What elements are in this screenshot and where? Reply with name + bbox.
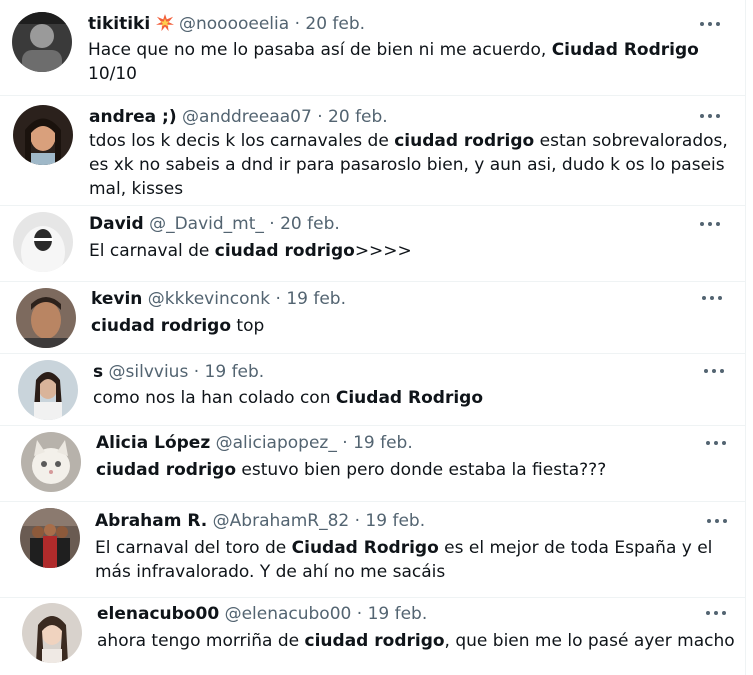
more-options-icon[interactable] xyxy=(700,291,724,305)
display-name[interactable]: Alicia López xyxy=(96,433,210,453)
more-options-icon[interactable] xyxy=(705,514,729,528)
tweet-text: El carnaval de ciudad rodrigo>>>> xyxy=(89,239,729,263)
user-handle[interactable]: @AbrahamR_82 xyxy=(213,511,350,531)
tweet-text: tdos los k decis k los carnavales de ciu… xyxy=(89,129,729,201)
display-name[interactable]: andrea ;) xyxy=(89,107,177,127)
more-options-icon[interactable] xyxy=(704,606,728,620)
tweet-feed: tikitiki @nooooeelia · 20 feb. Hace que … xyxy=(0,0,745,675)
tweet[interactable]: tikitiki @nooooeelia · 20 feb. Hace que … xyxy=(0,0,745,96)
more-options-icon[interactable] xyxy=(698,217,722,231)
tweet-text-keyword: ciudad rodrigo xyxy=(214,241,355,261)
tweet-text-keyword: ciudad rodrigo xyxy=(394,131,535,151)
tweet-text-part: estuvo bien pero donde estaba la fiesta?… xyxy=(236,460,607,480)
tweet-text-keyword: Ciudad Rodrigo xyxy=(335,388,484,408)
more-options-icon[interactable] xyxy=(704,436,728,450)
column-divider xyxy=(745,0,746,675)
separator-dot: · xyxy=(356,604,363,624)
tweet-text-part: >>>> xyxy=(354,241,412,261)
display-name[interactable]: elenacubo00 xyxy=(97,604,219,624)
separator-dot: · xyxy=(342,433,348,453)
tweet-text-keyword: ciudad rodrigo xyxy=(96,460,237,480)
more-options-icon[interactable] xyxy=(698,109,722,123)
tweet[interactable]: Abraham R. @AbrahamR_82 · 19 feb. El car… xyxy=(0,502,745,598)
tweet-date[interactable]: 19 feb. xyxy=(286,289,346,309)
tweet-text-part: El carnaval del toro de xyxy=(95,538,292,558)
tweet-text-part: El carnaval de xyxy=(89,241,215,261)
separator-dot: · xyxy=(193,362,200,382)
user-handle[interactable]: @elenacubo00 xyxy=(225,604,352,624)
collision-emoji-icon xyxy=(155,14,174,32)
tweet-text-part: tdos los k decis k los carnavales de xyxy=(89,131,395,151)
separator-dot: · xyxy=(354,511,361,531)
tweet-text-part: Hace que no me lo pasaba así de bien ni … xyxy=(88,40,552,60)
tweet-date[interactable]: 20 feb. xyxy=(280,214,340,234)
user-handle[interactable]: @_David_mt_ xyxy=(149,214,264,234)
user-handle[interactable]: @aliciapopez_ xyxy=(216,433,337,453)
tweet-text-keyword: Ciudad Rodrigo xyxy=(291,538,439,558)
tweet-text-part: , que bien me lo pasé ayer macho xyxy=(444,631,735,651)
display-name[interactable]: David xyxy=(89,214,144,234)
user-handle[interactable]: @anddreeaa07 xyxy=(182,107,312,127)
tweet-date[interactable]: 19 feb. xyxy=(368,604,428,624)
tweet-text-part: top xyxy=(231,316,265,336)
avatar[interactable] xyxy=(22,603,82,663)
tweet[interactable]: andrea ;) @anddreeaa07 · 20 feb. tdos lo… xyxy=(0,96,745,206)
tweet-text-keyword: ciudad rodrigo xyxy=(304,631,445,651)
avatar[interactable] xyxy=(13,105,73,165)
tweet[interactable]: kevin @kkkevinconk · 19 feb. ciudad rodr… xyxy=(0,282,745,354)
avatar[interactable] xyxy=(12,12,72,72)
more-options-icon[interactable] xyxy=(698,17,722,31)
tweet[interactable]: s @silvvius · 19 feb. como nos la han co… xyxy=(0,354,745,426)
tweet-date[interactable]: 20 feb. xyxy=(305,14,365,34)
separator-dot: · xyxy=(294,14,300,34)
tweet-text: Hace que no me lo pasaba así de bien ni … xyxy=(88,38,728,86)
avatar[interactable] xyxy=(18,360,78,420)
tweet-text: como nos la han colado con Ciudad Rodrig… xyxy=(93,386,733,410)
more-options-icon[interactable] xyxy=(702,364,726,378)
tweet[interactable]: elenacubo00 @elenacubo00 · 19 feb. ahora… xyxy=(0,598,745,675)
tweet-text-part: 10/10 xyxy=(88,64,137,84)
tweet[interactable]: David @_David_mt_ · 20 feb. El carnaval … xyxy=(0,206,745,282)
tweet-text-part: ahora tengo morriña de xyxy=(97,631,305,651)
tweet-date[interactable]: 19 feb. xyxy=(365,511,425,531)
tweet-text: ciudad rodrigo estuvo bien pero donde es… xyxy=(96,458,731,482)
display-name[interactable]: kevin xyxy=(91,289,142,309)
avatar[interactable] xyxy=(21,432,81,492)
avatar[interactable] xyxy=(13,212,73,272)
tweet[interactable]: Alicia López @aliciapopez_ · 19 feb. ciu… xyxy=(0,426,745,502)
avatar[interactable] xyxy=(20,508,80,568)
separator-dot: · xyxy=(275,289,281,309)
display-name[interactable]: tikitiki xyxy=(88,14,150,34)
tweet-text-keyword: Ciudad Rodrigo xyxy=(551,40,699,60)
user-handle[interactable]: @nooooeelia xyxy=(179,14,289,34)
tweet-text: ciudad rodrigo top xyxy=(91,314,731,338)
tweet-date[interactable]: 20 feb. xyxy=(328,107,388,127)
display-name[interactable]: Abraham R. xyxy=(95,511,207,531)
tweet-text-keyword: ciudad rodrigo xyxy=(91,316,232,336)
display-name[interactable]: s xyxy=(93,362,103,382)
tweet-text-part: como nos la han colado con xyxy=(93,388,336,408)
avatar[interactable] xyxy=(16,288,76,348)
tweet-text: ahora tengo morriña de ciudad rodrigo, q… xyxy=(97,629,737,653)
tweet-date[interactable]: 19 feb. xyxy=(205,362,265,382)
separator-dot: · xyxy=(317,107,323,127)
tweet-date[interactable]: 19 feb. xyxy=(353,433,413,453)
user-handle[interactable]: @silvvius xyxy=(109,362,189,382)
tweet-text: El carnaval del toro de Ciudad Rodrigo e… xyxy=(95,536,725,584)
separator-dot: · xyxy=(269,214,275,234)
user-handle[interactable]: @kkkevinconk xyxy=(148,289,270,309)
